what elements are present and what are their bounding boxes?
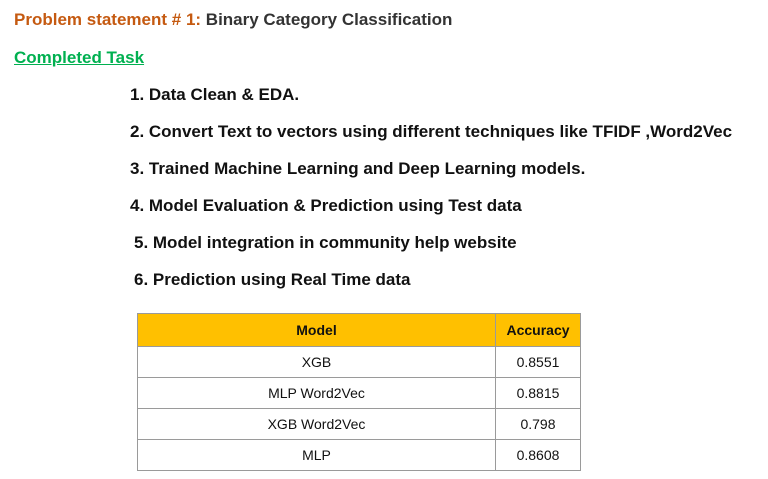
table-row: XGB 0.8551 — [137, 346, 581, 378]
task-item-4: 4. Model Evaluation & Prediction using T… — [130, 196, 522, 215]
table-row: MLP 0.8608 — [137, 439, 581, 471]
accuracy-cell: 0.8608 — [495, 439, 581, 471]
accuracy-cell: 0.8815 — [495, 377, 581, 409]
task-item-1: 1. Data Clean & EDA. — [130, 85, 300, 104]
problem-statement-name: Binary Category Classification — [205, 10, 453, 29]
task-item-2: 2. Convert Text to vectors using differe… — [130, 122, 733, 141]
accuracy-cell: 0.798 — [495, 408, 581, 440]
problem-statement-title: Problem statement # 1: Binary Category C… — [14, 10, 452, 30]
table-header-row: Model Accuracy — [137, 313, 581, 347]
task-item-3: 3. Trained Machine Learning and Deep Lea… — [130, 159, 586, 178]
accuracy-cell: 0.8551 — [495, 346, 581, 378]
model-cell: XGB — [137, 346, 496, 378]
model-cell: MLP Word2Vec — [137, 377, 496, 409]
column-header-accuracy: Accuracy — [495, 313, 581, 347]
model-cell: XGB Word2Vec — [137, 408, 496, 440]
problem-statement-prefix: Problem statement # 1: — [14, 10, 202, 29]
table-row: XGB Word2Vec 0.798 — [137, 408, 581, 440]
table-row: MLP Word2Vec 0.8815 — [137, 377, 581, 409]
task-item-5: 5. Model integration in community help w… — [134, 233, 517, 252]
task-item-6: 6. Prediction using Real Time data — [134, 270, 411, 289]
column-header-model: Model — [137, 313, 496, 347]
model-cell: MLP — [137, 439, 496, 471]
model-accuracy-table: Model Accuracy XGB 0.8551 MLP Word2Vec 0… — [137, 313, 581, 471]
completed-task-heading: Completed Task — [14, 48, 145, 67]
